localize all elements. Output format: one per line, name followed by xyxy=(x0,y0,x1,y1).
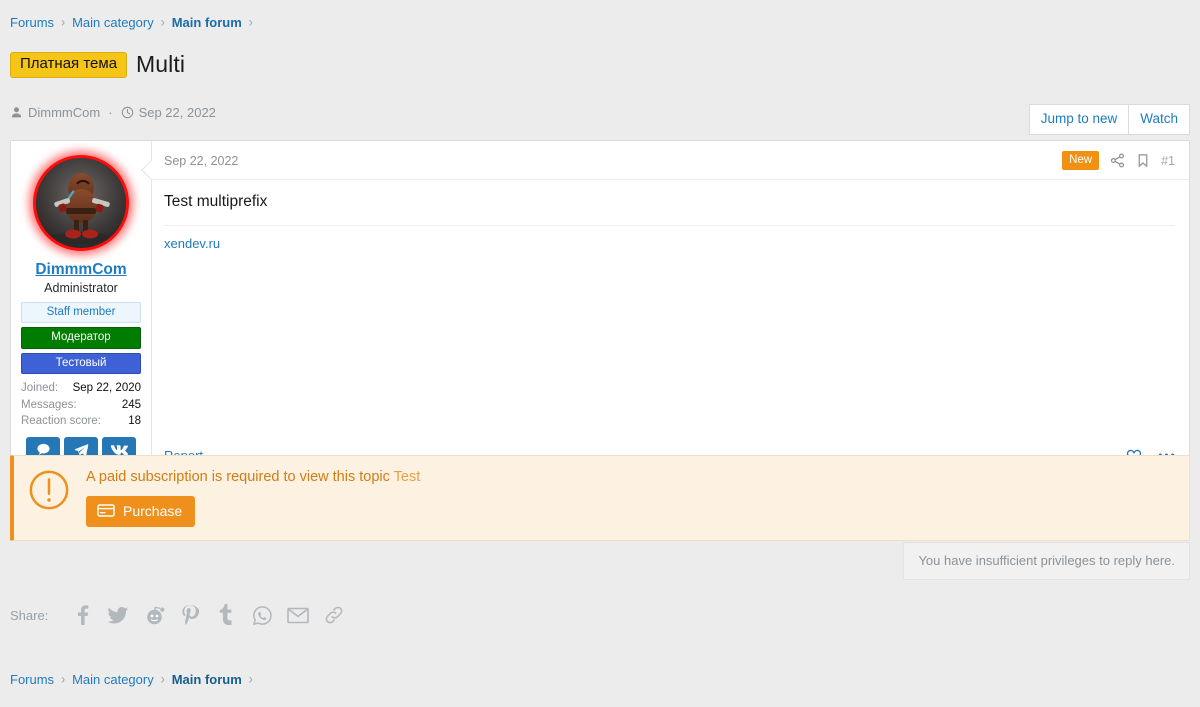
notice-content: A paid subscription is required to view … xyxy=(86,468,420,527)
breadcrumb-item-forums[interactable]: Forums xyxy=(10,15,54,30)
purchase-button[interactable]: Purchase xyxy=(86,495,196,527)
stat-joined-label: Joined: xyxy=(21,382,59,395)
stat-joined: Joined: Sep 22, 2020 xyxy=(21,380,141,397)
user-icon xyxy=(10,106,23,119)
stat-joined-value: Sep 22, 2020 xyxy=(72,382,141,395)
breadcrumb-top: Forums › Main category › Main forum › xyxy=(0,0,1200,30)
thread-actions: Jump to new Watch xyxy=(1028,104,1190,136)
watch-button[interactable]: Watch xyxy=(1129,104,1190,136)
paid-subscription-notice: A paid subscription is required to view … xyxy=(10,455,1190,541)
post-user-sidebar: DimmmCom Administrator Staff member Моде… xyxy=(11,141,152,473)
whatsapp-icon[interactable] xyxy=(244,600,280,630)
tumblr-icon[interactable] xyxy=(208,600,244,630)
bookmark-icon[interactable] xyxy=(1136,153,1150,168)
clock-icon xyxy=(121,106,134,119)
thread-byline: DimmmCom · Sep 22, 2022 xyxy=(10,105,1190,120)
stat-messages-value: 245 xyxy=(121,398,141,411)
stat-messages: Messages: 245 xyxy=(21,397,141,414)
share-label: Share: xyxy=(10,607,49,623)
twitter-icon[interactable] xyxy=(100,600,136,630)
post-article: DimmmCom Administrator Staff member Моде… xyxy=(10,140,1190,474)
share-row: Share: xyxy=(10,600,352,630)
stat-reaction-score-value: 18 xyxy=(128,415,141,428)
credit-card-icon xyxy=(97,504,115,518)
post-body-link[interactable]: xendev.ru xyxy=(164,236,220,251)
breadcrumb-item-main-forum[interactable]: Main forum xyxy=(172,15,242,30)
thread-author[interactable]: DimmmCom xyxy=(28,105,100,120)
breadcrumb-separator-icon: › xyxy=(61,13,66,31)
thread-date: Sep 22, 2022 xyxy=(138,104,216,120)
reddit-icon[interactable] xyxy=(136,600,172,630)
stat-reaction-score: Reaction score: 18 xyxy=(21,413,141,430)
breadcrumb-separator-icon: › xyxy=(248,670,253,688)
post-divider xyxy=(164,225,1175,227)
breadcrumb-bottom: Forums › Main category › Main forum › xyxy=(0,668,270,690)
avatar[interactable] xyxy=(33,155,129,251)
title-row: Платная тема Multi xyxy=(10,36,1190,94)
breadcrumb-bottom-item-forums[interactable]: Forums xyxy=(10,672,54,687)
user-title: Administrator xyxy=(44,281,118,295)
post-username[interactable]: DimmmCom xyxy=(21,261,141,279)
avatar-image xyxy=(36,158,126,248)
reply-permission-notice: You have insufficient privileges to repl… xyxy=(903,542,1190,580)
email-icon[interactable] xyxy=(280,600,316,630)
breadcrumb-bottom-item-main-forum[interactable]: Main forum xyxy=(172,672,242,687)
facebook-icon[interactable] xyxy=(64,600,100,630)
user-badge-test: Тестовый xyxy=(21,352,141,375)
post-date[interactable]: Sep 22, 2022 xyxy=(164,154,238,168)
user-badge-moderator: Модератор xyxy=(21,327,141,349)
thread-prefix-badge[interactable]: Платная тема xyxy=(10,52,128,78)
thread-header: Платная тема Multi DimmmCom · Sep 22, 20… xyxy=(0,30,1200,120)
breadcrumb-bottom-item-main-category[interactable]: Main category xyxy=(72,672,154,687)
breadcrumb-item-main-category[interactable]: Main category xyxy=(72,15,154,30)
user-stats: Joined: Sep 22, 2020 Messages: 245 React… xyxy=(21,380,141,430)
jump-to-new-button[interactable]: Jump to new xyxy=(1028,104,1130,136)
post-header: Sep 22, 2022 New #1 xyxy=(152,141,1189,181)
post-main: Sep 22, 2022 New #1 Test multiprefix xen… xyxy=(141,141,1189,473)
breadcrumb-separator-icon: › xyxy=(160,13,165,31)
pinterest-icon[interactable] xyxy=(172,600,208,630)
warning-icon xyxy=(28,469,70,511)
breadcrumb-separator-icon: › xyxy=(160,670,165,688)
post-body-title: Test multiprefix xyxy=(164,193,268,211)
page-title: Multi xyxy=(136,51,186,78)
breadcrumb-separator-icon: › xyxy=(61,670,66,688)
breadcrumb-separator-icon: › xyxy=(248,13,253,31)
user-badge-staff-member: Staff member xyxy=(21,302,141,324)
notice-message: A paid subscription is required to view … xyxy=(86,469,390,485)
post-number[interactable]: #1 xyxy=(1161,154,1175,168)
notice-topic-name: Test xyxy=(393,469,421,485)
share-icon[interactable] xyxy=(1110,153,1125,168)
stat-messages-label: Messages: xyxy=(21,398,77,411)
stat-reaction-score-label: Reaction score: xyxy=(21,415,101,428)
avatar-ring xyxy=(33,155,129,251)
byline-separator: · xyxy=(108,104,113,120)
post-body: Test multiprefix xendev.ru xyxy=(152,180,1189,439)
status-badge-new: New xyxy=(1062,151,1100,171)
notice-message-row: A paid subscription is required to view … xyxy=(86,468,420,487)
post-header-actions: New #1 xyxy=(1062,151,1175,171)
link-icon[interactable] xyxy=(316,600,352,630)
purchase-button-label: Purchase xyxy=(123,502,183,519)
